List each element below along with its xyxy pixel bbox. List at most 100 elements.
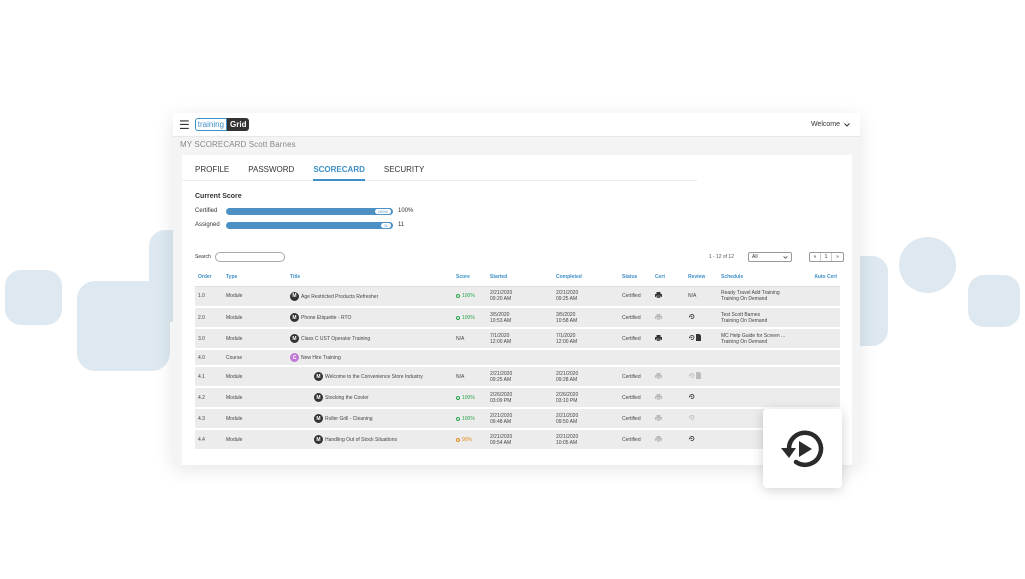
col-status-header[interactable]: Status bbox=[619, 269, 652, 287]
title-text: Stocking the Cooler bbox=[325, 394, 369, 401]
replay-icon[interactable] bbox=[688, 394, 695, 402]
completed-time: 09:25 AM bbox=[556, 296, 578, 303]
completed-cell: 2/21/2020 09:28 AM bbox=[553, 366, 619, 388]
order-cell: 1.0 bbox=[195, 286, 223, 308]
table-row[interactable]: 4.1 Module M Welcome to the Convenience Sto… bbox=[195, 366, 840, 388]
col-started-header[interactable]: Started bbox=[487, 269, 553, 287]
status-cell: Certified bbox=[619, 429, 652, 451]
status-cell: Certified bbox=[619, 328, 652, 350]
title-cell[interactable]: M Welcome to the Convenience Store Indust… bbox=[287, 366, 453, 388]
table-row[interactable]: 2.0 Module M Phone Etiquette - RTO 100% 3/5/2… bbox=[195, 307, 840, 329]
tab-password[interactable]: PASSWORD bbox=[248, 165, 294, 181]
score-cell: N/A bbox=[453, 328, 487, 350]
pager-prev-button[interactable]: « bbox=[810, 253, 821, 261]
completed-cell: 2/21/2020 10:05 AM bbox=[553, 429, 619, 451]
printer-icon[interactable] bbox=[655, 435, 662, 444]
module-badge-icon: M bbox=[314, 435, 323, 444]
started-cell: 2/21/2020 09:48 AM bbox=[487, 408, 553, 430]
printer-icon[interactable] bbox=[655, 414, 662, 423]
completed-time: 12:00 AM bbox=[556, 338, 578, 345]
order-cell: 4.2 bbox=[195, 387, 223, 409]
title-cell[interactable]: M Phone Etiquette - RTO bbox=[287, 307, 453, 329]
title-cell[interactable]: C New Hire Training bbox=[287, 349, 453, 367]
title-cell[interactable]: M Stocking the Cooler bbox=[287, 387, 453, 409]
pager-next-button[interactable]: » bbox=[832, 253, 843, 261]
replay-play-icon bbox=[780, 430, 823, 467]
col-type-header[interactable]: Type bbox=[223, 269, 287, 287]
col-cert-header[interactable]: Cert bbox=[652, 269, 685, 287]
replay-icon[interactable] bbox=[688, 314, 695, 322]
title-text: Welcome to the Convenience Store Industr… bbox=[325, 373, 423, 380]
table-row[interactable]: 4.4 Module M Handling Out of Stock Situatio… bbox=[195, 429, 840, 451]
replay-callout bbox=[763, 409, 842, 488]
table-row[interactable]: 4.0 Course C New Hire Training bbox=[195, 349, 840, 367]
started-time: 09:48 AM bbox=[490, 418, 512, 425]
autocert-cell bbox=[798, 328, 840, 350]
welcome-menu[interactable]: Welcome bbox=[811, 121, 850, 128]
printer-icon[interactable] bbox=[655, 393, 662, 402]
started-time: 12:00 AM bbox=[490, 338, 512, 345]
replay-icon[interactable] bbox=[688, 415, 695, 423]
tab-security[interactable]: SECURITY bbox=[384, 165, 424, 181]
filter-select[interactable]: All bbox=[748, 252, 792, 262]
col-schedule-header[interactable]: Schedule bbox=[718, 269, 798, 287]
cert-cell bbox=[652, 349, 685, 367]
score-value: N/A bbox=[456, 335, 465, 342]
completed-cell bbox=[553, 349, 619, 367]
printer-icon[interactable] bbox=[655, 334, 662, 343]
printer-icon[interactable] bbox=[655, 292, 662, 300]
pager-page-button[interactable]: 1 bbox=[821, 253, 832, 261]
cert-cell bbox=[652, 429, 685, 451]
table-row[interactable]: 4.2 Module M Stocking the Cooler 100% 2/26/20… bbox=[195, 387, 840, 409]
review-value: N/A bbox=[688, 293, 697, 300]
search-label: Search bbox=[195, 254, 211, 260]
table-row[interactable]: 1.0 Module M Age Restricted Products Refres… bbox=[195, 286, 840, 308]
title-text: Age Restricted Products Refresher bbox=[301, 293, 379, 300]
score-value: N/A bbox=[456, 373, 465, 380]
hamburger-menu-icon[interactable]: ☰ bbox=[179, 119, 190, 131]
replay-icon[interactable] bbox=[688, 436, 695, 444]
replay-icon[interactable] bbox=[688, 373, 695, 381]
score-value: 100% bbox=[462, 293, 475, 300]
tab-scorecard[interactable]: SCORECARD bbox=[313, 165, 365, 181]
type-cell: Module bbox=[223, 366, 287, 388]
search-input[interactable] bbox=[214, 252, 285, 262]
col-completed-header[interactable]: Completed bbox=[553, 269, 619, 287]
document-icon[interactable] bbox=[696, 372, 702, 381]
filter-select-value: All bbox=[752, 254, 758, 260]
type-cell: Module bbox=[223, 387, 287, 409]
completed-cell: 7/1/2020 12:00 AM bbox=[553, 328, 619, 350]
autocert-cell bbox=[798, 307, 840, 329]
schedule-cell bbox=[718, 366, 798, 388]
col-score-header[interactable]: Score bbox=[453, 269, 487, 287]
certified-value: 100% bbox=[398, 208, 414, 214]
tab-profile[interactable]: PROFILE bbox=[195, 165, 229, 181]
type-cell: Module bbox=[223, 307, 287, 329]
title-cell[interactable]: M Roller Grill - Cleaning bbox=[287, 408, 453, 430]
document-icon[interactable] bbox=[696, 334, 702, 343]
printer-icon[interactable] bbox=[655, 313, 662, 322]
printer-icon[interactable] bbox=[655, 372, 662, 381]
title-cell[interactable]: M Age Restricted Products Refresher bbox=[287, 286, 453, 308]
assigned-bar-text: 11 bbox=[380, 222, 391, 228]
score-value: 90% bbox=[462, 436, 473, 443]
title-cell[interactable]: M Class C UST Operator Training bbox=[287, 328, 453, 350]
title-text: Roller Grill - Cleaning bbox=[325, 415, 373, 422]
col-title-header[interactable]: Title bbox=[287, 269, 453, 287]
review-cell bbox=[685, 408, 718, 430]
table-header-row: Order Type Title Score Started Completed… bbox=[195, 269, 840, 287]
order-cell: 4.4 bbox=[195, 429, 223, 451]
module-badge-icon: M bbox=[290, 291, 299, 301]
cert-cell bbox=[652, 286, 685, 308]
title-cell[interactable]: M Handling Out of Stock Situations bbox=[287, 429, 453, 451]
certified-progress-bar: 100% bbox=[226, 207, 393, 215]
cert-cell bbox=[652, 366, 685, 388]
score-ring-icon bbox=[456, 416, 460, 421]
col-autocert-header[interactable]: Auto Cert bbox=[798, 269, 840, 287]
col-order-header[interactable]: Order bbox=[195, 269, 223, 287]
table-row[interactable]: 4.3 Module M Roller Grill - Cleaning 100% 2/2… bbox=[195, 408, 840, 430]
replay-icon[interactable] bbox=[688, 335, 695, 343]
traininggrid-logo[interactable]: training Grid bbox=[194, 118, 250, 131]
table-row[interactable]: 3.0 Module M Class C UST Operator Training N… bbox=[195, 328, 840, 350]
col-review-header[interactable]: Review bbox=[685, 269, 718, 287]
